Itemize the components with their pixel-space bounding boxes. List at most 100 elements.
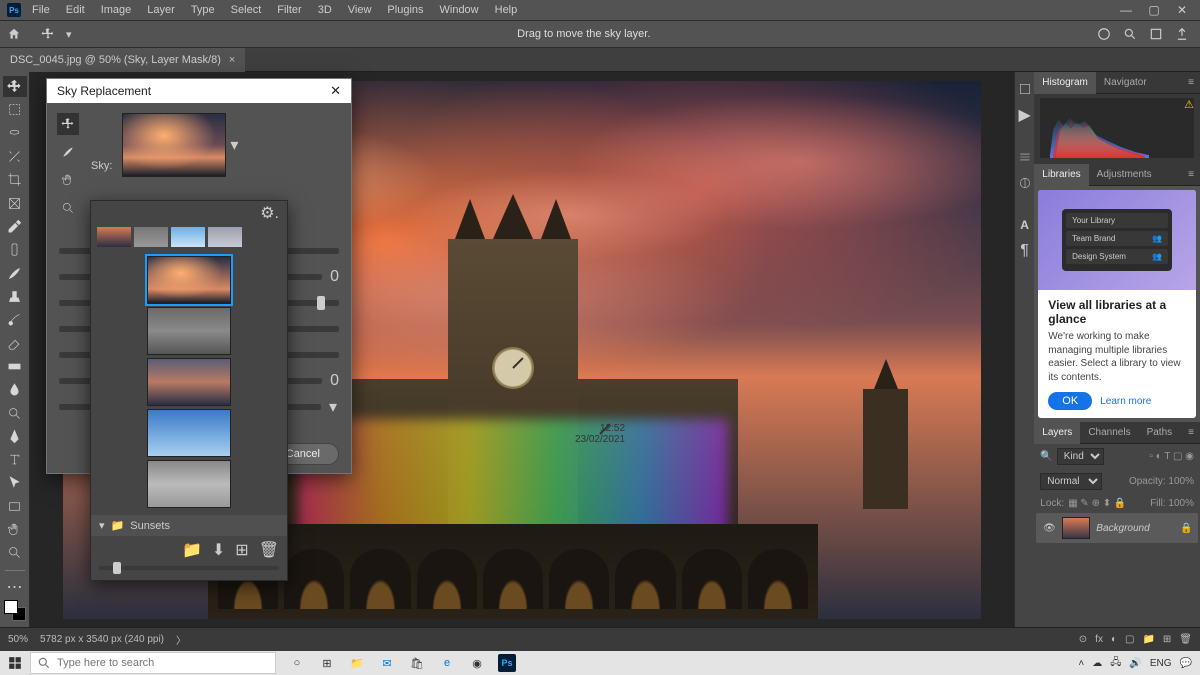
layer-row-background[interactable]: 👁 Background 🔒 [1036,513,1198,543]
panel-icon-play[interactable]: ▶ [1016,106,1034,124]
sb-icon[interactable]: 🗑 [1179,634,1192,645]
menu-type[interactable]: Type [183,4,223,16]
lasso-tool[interactable] [3,123,27,144]
panel-icon-a[interactable]: A [1016,216,1034,234]
menu-layer[interactable]: Layer [139,4,183,16]
move-tool[interactable] [3,76,27,97]
tab-libraries[interactable]: Libraries [1034,164,1088,186]
frame-tool[interactable] [3,193,27,214]
chevron-down-icon[interactable]: ▾ [227,135,241,155]
lock-icons[interactable]: ▦ ✎ ⊕ ⬍ 🔒 [1068,498,1126,509]
import-icon[interactable]: ⬇ [212,540,225,560]
layer-thumbnail[interactable] [1062,517,1090,539]
sky-category-thumb[interactable] [97,227,131,247]
mail-icon[interactable]: ✉ [376,652,398,674]
dialog-titlebar[interactable]: Sky Replacement ✕ [47,79,351,103]
healing-tool[interactable] [3,239,27,260]
menu-filter[interactable]: Filter [269,4,309,16]
tab-channels[interactable]: Channels [1080,422,1138,444]
window-minimize-button[interactable]: — [1112,3,1140,17]
tab-navigator[interactable]: Navigator [1096,72,1155,94]
close-icon[interactable]: ✕ [330,83,341,99]
taskbar-clock[interactable]: 12:52 23/02/2021 [575,423,625,445]
sky-preset[interactable] [147,409,231,457]
marquee-tool[interactable] [3,99,27,120]
panel-menu-icon[interactable]: ≡ [1180,72,1200,94]
menu-image[interactable]: Image [93,4,140,16]
sky-preset[interactable] [147,358,231,406]
tab-histogram[interactable]: Histogram [1034,72,1096,94]
dialog-brush-tool[interactable] [57,141,79,163]
menu-view[interactable]: View [340,4,380,16]
menu-file[interactable]: File [24,4,58,16]
start-button[interactable] [0,651,30,675]
panel-icon-sliders[interactable] [1016,148,1034,166]
layer-name[interactable]: Background [1096,523,1174,534]
menu-3d[interactable]: 3D [310,4,340,16]
dodge-tool[interactable] [3,402,27,423]
hand-tool[interactable] [3,519,27,540]
store-icon[interactable]: 🛍 [406,652,428,674]
edge-icon[interactable]: e [436,652,458,674]
share-icon[interactable] [1174,26,1190,42]
menu-select[interactable]: Select [223,4,270,16]
histogram-warning-icon[interactable]: ⚠ [1184,98,1194,111]
cloud-docs-icon[interactable] [1096,26,1112,42]
crop-tool[interactable] [3,169,27,190]
menu-edit[interactable]: Edit [58,4,93,16]
dialog-hand-tool[interactable] [57,169,79,191]
dialog-move-tool[interactable] [57,113,79,135]
blend-mode-select[interactable]: Normal [1040,473,1102,490]
panel-icon-paragraph[interactable]: ¶ [1016,242,1034,260]
trash-icon[interactable]: 🗑 [259,540,279,560]
dialog-zoom-tool[interactable] [57,197,79,219]
move-tool-icon[interactable] [34,23,62,45]
gradient-tool[interactable] [3,356,27,377]
document-tab[interactable]: DSC_0045.jpg @ 50% (Sky, Layer Mask/8) × [0,48,245,72]
new-folder-icon[interactable]: 📁 [182,540,202,560]
sky-preset-thumbnail[interactable]: ▾ [122,113,226,177]
zoom-level[interactable]: 50% [8,634,28,645]
clone-stamp-tool[interactable] [3,286,27,307]
language-indicator[interactable]: ENG [1150,658,1172,669]
tray-chevron-icon[interactable]: ˄ [1078,658,1084,669]
window-maximize-button[interactable]: ▢ [1140,3,1168,17]
history-brush-tool[interactable] [3,309,27,330]
gear-icon[interactable]: ⚙. [260,203,279,223]
sky-folder-row[interactable]: ▾ 📁 Sunsets [91,515,287,536]
cortana-icon[interactable]: ○ [286,652,308,674]
sky-preset[interactable] [147,256,231,304]
sky-category-thumb[interactable] [134,227,168,247]
pen-tool[interactable] [3,426,27,447]
menu-window[interactable]: Window [432,4,487,16]
rectangle-tool[interactable] [3,496,27,517]
sb-icon[interactable]: 📁 [1142,634,1154,645]
eyedropper-tool[interactable] [3,216,27,237]
notifications-icon[interactable]: 💬 [1180,658,1192,669]
brush-tool[interactable] [3,263,27,284]
menu-plugins[interactable]: Plugins [379,4,431,16]
photoshop-taskbar-icon[interactable]: Ps [496,652,518,674]
chrome-icon[interactable]: ◉ [466,652,488,674]
sky-preset[interactable] [147,307,231,355]
layer-filter-icon[interactable]: 🔍 [1040,451,1052,462]
zoom-tool[interactable] [3,542,27,563]
sky-preset[interactable] [147,460,231,508]
network-icon[interactable]: 🖧 [1110,655,1121,672]
search-icon[interactable] [1122,26,1138,42]
sb-icon[interactable]: ◐ [1111,634,1117,645]
explorer-icon[interactable]: 📁 [346,652,368,674]
tab-paths[interactable]: Paths [1139,422,1181,444]
task-view-icon[interactable]: ⊞ [316,652,338,674]
panel-menu-icon[interactable]: ≡ [1180,422,1200,444]
panel-menu-icon[interactable]: ≡ [1180,164,1200,186]
magic-wand-tool[interactable] [3,146,27,167]
menu-help[interactable]: Help [487,4,526,16]
new-preset-icon[interactable]: ⊞ [235,540,248,560]
volume-icon[interactable]: 🔊 [1129,658,1141,669]
path-selection-tool[interactable] [3,472,27,493]
sb-icon[interactable]: fx [1095,634,1103,645]
tab-adjustments[interactable]: Adjustments [1089,164,1160,186]
panel-icon-1[interactable] [1016,80,1034,98]
onedrive-icon[interactable]: ☁ [1092,658,1102,669]
